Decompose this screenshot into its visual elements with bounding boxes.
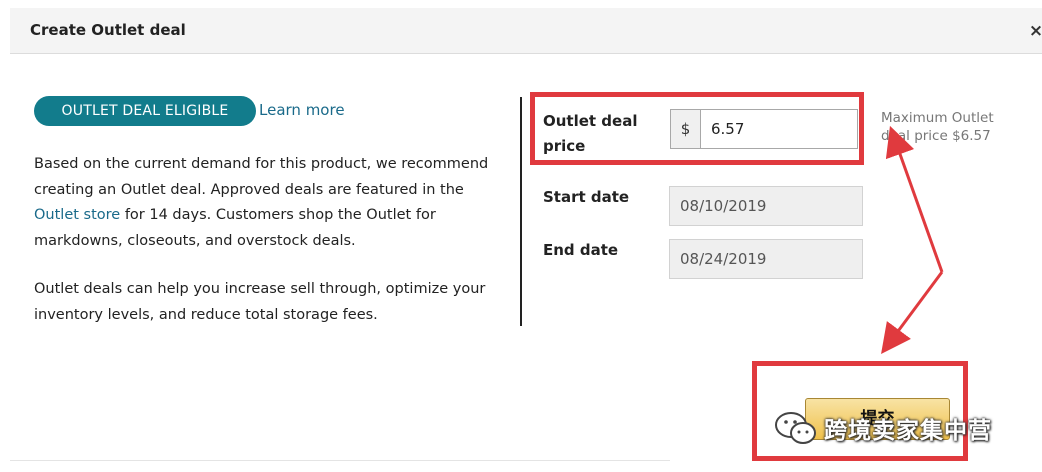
watermark: 跨境卖家集中营 <box>772 408 992 448</box>
wechat-icon <box>775 412 816 444</box>
arrow-to-submit <box>881 271 944 355</box>
arrow-to-max-note <box>885 125 944 273</box>
watermark-text: 跨境卖家集中营 <box>824 418 992 444</box>
footer-divider <box>10 460 670 461</box>
